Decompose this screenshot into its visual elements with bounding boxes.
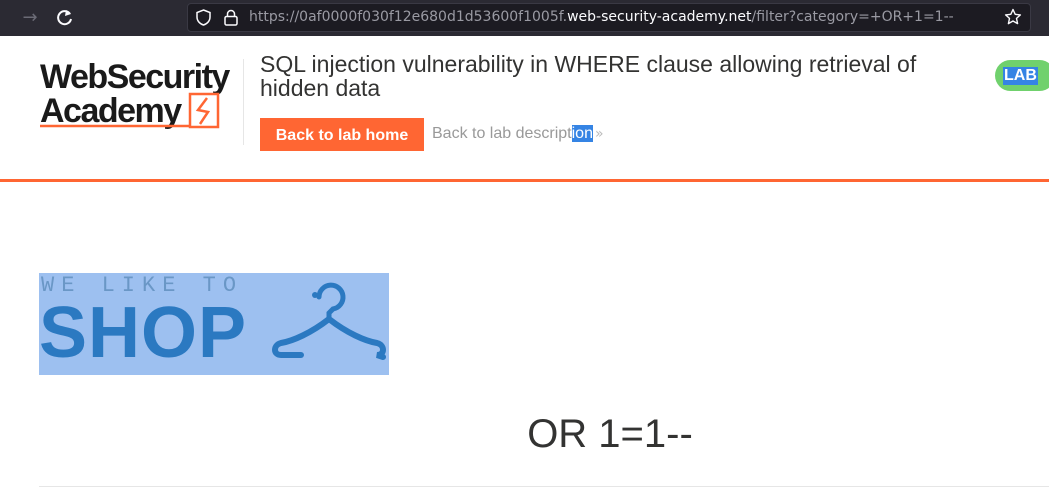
header-rule (0, 179, 1049, 182)
shield-icon[interactable] (195, 9, 212, 26)
back-to-lab-home-button[interactable]: Back to lab home (260, 118, 424, 151)
star-icon[interactable] (1004, 8, 1022, 26)
url-host: web-security-academy.net (567, 9, 752, 25)
url-text[interactable]: https://0af0000f030f12e680d1d53600f1005f… (249, 9, 954, 25)
logo-graphic: WebSecurity Academy (40, 58, 232, 130)
svg-text:Academy: Academy (40, 92, 182, 130)
shop-banner[interactable]: WE LIKE TO SHOP (39, 273, 389, 375)
svg-text:WebSecurity: WebSecurity (40, 58, 230, 96)
url-prefix: https://0af0000f030f12e680d1d53600f1005f… (249, 9, 568, 25)
hanger-icon (272, 282, 386, 360)
back-to-lab-description-link[interactable]: Back to lab description» (432, 125, 604, 143)
header-divider (243, 59, 244, 145)
lab-status-badge: LAB (995, 60, 1049, 91)
search-results-heading: OR 1=1-- (527, 412, 693, 456)
reload-icon[interactable] (53, 6, 77, 30)
lock-icon[interactable] (223, 9, 239, 26)
banner-word: SHOP (39, 293, 248, 373)
double-chevron-right-icon: » (594, 126, 604, 142)
content-divider (39, 486, 1049, 487)
web-security-academy-logo[interactable]: WebSecurity Academy (40, 56, 240, 132)
url-path: /filter?category=+OR+1=1-- (751, 9, 954, 25)
link-text-selected: ion (571, 125, 593, 142)
lab-badge-label: LAB (1003, 67, 1038, 85)
browser-toolbar: → https://0af0000f030f12e680d1d53600f100… (0, 0, 1049, 36)
lab-title: SQL injection vulnerability in WHERE cla… (260, 51, 917, 101)
address-bar[interactable]: https://0af0000f030f12e680d1d53600f1005f… (187, 3, 1031, 32)
link-text: Back to lab descript (432, 125, 572, 142)
back-arrow-icon[interactable]: → (18, 6, 42, 30)
